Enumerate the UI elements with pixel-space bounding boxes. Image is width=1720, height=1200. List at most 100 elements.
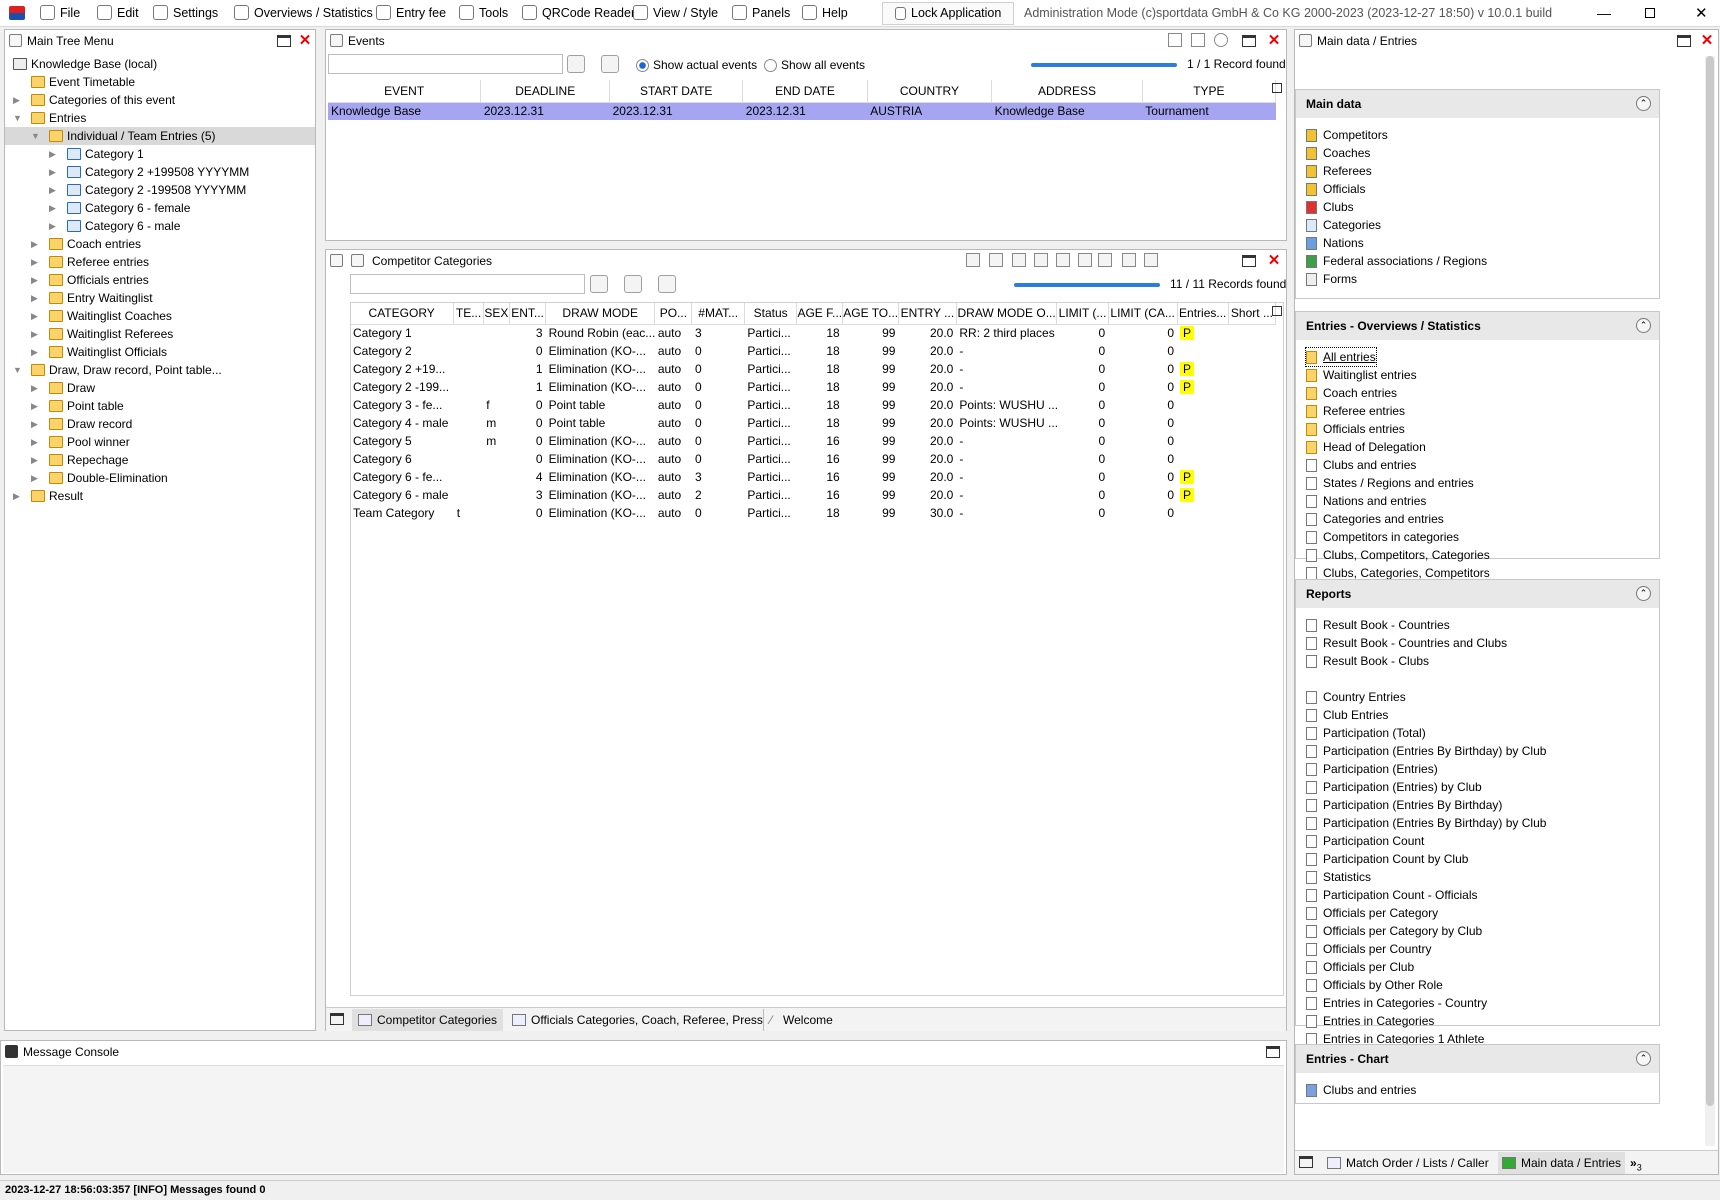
menu-panels[interactable]: Panels <box>732 0 790 27</box>
section-link[interactable]: Participation Count <box>1306 832 1424 850</box>
tree-item[interactable]: ▶ Pool winner <box>5 433 315 451</box>
column-header[interactable]: END DATE <box>742 80 868 103</box>
show-all-events-radio[interactable]: Show all events <box>764 57 865 73</box>
events-toolbar-icon-2[interactable] <box>1191 33 1205 47</box>
tree-item[interactable]: ▶ Referee entries <box>5 253 315 271</box>
right-close-icon[interactable]: ✕ <box>1699 33 1715 49</box>
scrollbar-thumb[interactable] <box>1706 56 1714 1106</box>
column-header[interactable]: DRAW MODE <box>545 302 656 325</box>
section-link[interactable]: Participation Count by Club <box>1306 850 1468 868</box>
menu-help[interactable]: Help <box>802 0 848 27</box>
section-link[interactable]: Participation (Entries) <box>1306 760 1438 778</box>
expand-arrow-icon[interactable]: ▶ <box>31 235 41 253</box>
section-link[interactable]: Officials per Country <box>1306 940 1432 958</box>
section-link[interactable]: Entries in Categories <box>1306 1012 1434 1030</box>
column-header[interactable]: ENTRY ... <box>898 302 957 325</box>
table-row[interactable]: Category 2 -199... 1 Elimination (KO-... au… <box>350 378 1276 396</box>
events-search-icon[interactable] <box>567 55 585 73</box>
expand-arrow-icon[interactable]: ▶ <box>49 181 59 199</box>
tree-item[interactable]: ▼ Individual / Team Entries (5) <box>5 127 315 145</box>
menu-tools[interactable]: Tools <box>459 0 508 27</box>
section-link[interactable]: Statistics <box>1306 868 1371 886</box>
section-link[interactable]: Categories and entries <box>1306 510 1444 528</box>
section-link[interactable]: Clubs <box>1306 198 1354 216</box>
section-link[interactable]: Federal associations / Regions <box>1306 252 1487 270</box>
expand-arrow-icon[interactable]: ▶ <box>31 469 41 487</box>
section-link[interactable]: Categories <box>1306 216 1381 234</box>
tab-competitor-categories[interactable]: Competitor Categories <box>352 1009 504 1031</box>
events-close-icon[interactable]: ✕ <box>1266 33 1282 49</box>
categories-toolbar-icon-3[interactable] <box>1012 253 1026 267</box>
section-link[interactable]: Coaches <box>1306 144 1370 162</box>
right-scrollbar[interactable] <box>1705 56 1715 1146</box>
events-search-input[interactable] <box>328 54 563 74</box>
section-link[interactable]: Nations <box>1306 234 1364 252</box>
tree-item[interactable]: ▶ Double-Elimination <box>5 469 315 487</box>
collapse-chevron-icon[interactable]: ⌃ <box>1636 96 1651 111</box>
column-header[interactable]: DRAW MODE O... <box>956 302 1058 325</box>
section-header[interactable]: Main data <box>1296 90 1659 118</box>
table-row[interactable]: Category 1 3 Round Robin (eac... auto 3 Parti… <box>350 324 1276 342</box>
tree-item[interactable]: ▼ Draw, Draw record, Point table... <box>5 361 315 379</box>
column-header[interactable]: COUNTRY <box>867 80 993 103</box>
table-row[interactable]: Team Category t 0 Elimination (KO-... auto 0 P… <box>350 504 1276 522</box>
maximize-panel-icon[interactable] <box>277 35 291 47</box>
events-toolbar-icon-3[interactable] <box>1214 33 1228 47</box>
section-link[interactable]: Participation (Total) <box>1306 724 1426 742</box>
section-link[interactable]: Participation (Entries By Birthday) <box>1306 796 1502 814</box>
tree-item[interactable]: ▶ Category 6 - male <box>5 217 315 235</box>
expand-arrow-icon[interactable]: ▶ <box>31 397 41 415</box>
categories-toolbar-icon-8[interactable] <box>1122 253 1136 267</box>
expand-arrow-icon[interactable]: ▶ <box>31 415 41 433</box>
categories-toolbar-icon-1[interactable] <box>966 253 980 267</box>
categories-search-icon[interactable] <box>590 275 608 293</box>
section-link[interactable]: Officials entries <box>1306 420 1405 438</box>
events-refresh-icon[interactable] <box>601 55 619 73</box>
column-header[interactable]: Status <box>744 302 798 325</box>
events-column-chooser-icon[interactable] <box>1272 83 1282 93</box>
column-header[interactable]: TYPE <box>1142 80 1277 103</box>
collapse-chevron-icon[interactable]: ⌃ <box>1636 318 1651 333</box>
expand-arrow-icon[interactable]: ▶ <box>31 379 41 397</box>
tabbar-maximize-icon[interactable] <box>330 1013 344 1025</box>
menu-overviews-statistics[interactable]: Overviews / Statistics <box>234 0 373 27</box>
table-row[interactable]: Category 2 0 Elimination (KO-... auto 0 Parti… <box>350 342 1276 360</box>
tree-item[interactable]: ▶ Category 1 <box>5 145 315 163</box>
expand-arrow-icon[interactable]: ▶ <box>31 451 41 469</box>
expand-arrow-icon[interactable]: ▶ <box>31 325 41 343</box>
tab-main-data-entries[interactable]: Main data / Entries <box>1498 1152 1626 1174</box>
section-link[interactable]: Clubs and entries <box>1306 1081 1416 1099</box>
section-link[interactable]: Result Book - Countries <box>1306 616 1450 634</box>
tree-item[interactable]: Knowledge Base (local) <box>5 55 315 73</box>
categories-toolbar-icon-2[interactable] <box>989 253 1003 267</box>
tree-item[interactable]: ▶ Coach entries <box>5 235 315 253</box>
close-panel-icon[interactable]: ✕ <box>297 33 313 49</box>
categories-toolbar-icon-7[interactable] <box>1098 253 1112 267</box>
table-row[interactable]: Knowledge Base 2023.12.31 2023.12.31 2023.1… <box>328 102 1276 120</box>
table-row[interactable]: Category 5 m 0 Elimination (KO-... auto 0 Part… <box>350 432 1276 450</box>
tree-item[interactable]: ▶ Waitinglist Officials <box>5 343 315 361</box>
expand-arrow-icon[interactable]: ▶ <box>31 271 41 289</box>
expand-arrow-icon[interactable]: ▶ <box>13 487 23 505</box>
tab-match-order[interactable]: Match Order / Lists / Caller <box>1323 1152 1493 1174</box>
column-header[interactable]: Entries... <box>1177 302 1229 325</box>
section-link[interactable]: Officials by Other Role <box>1306 976 1443 994</box>
tree-item[interactable]: ▶ Officials entries <box>5 271 315 289</box>
categories-refresh-icon[interactable] <box>624 275 642 293</box>
categories-search-input[interactable] <box>350 274 585 294</box>
section-link[interactable]: Officials <box>1306 180 1365 198</box>
column-header[interactable]: CATEGORY <box>350 302 455 325</box>
tree-item[interactable]: ▶ Waitinglist Referees <box>5 325 315 343</box>
menu-edit[interactable]: Edit <box>97 0 139 27</box>
categories-save-icon[interactable] <box>658 275 676 293</box>
tree-item[interactable]: ▶ Category 2 -199508 YYYYMM <box>5 181 315 199</box>
tree-item[interactable]: ▶ Waitinglist Coaches <box>5 307 315 325</box>
categories-close-icon[interactable]: ✕ <box>1266 253 1282 269</box>
section-link[interactable]: Clubs and entries <box>1306 456 1416 474</box>
menu-entry-fee[interactable]: Entry fee <box>376 0 446 27</box>
categories-toolbar-icon-5[interactable] <box>1056 253 1070 267</box>
expand-arrow-icon[interactable]: ▶ <box>31 433 41 451</box>
column-header[interactable]: AGE TO... <box>842 302 899 325</box>
section-link[interactable]: Officials per Category by Club <box>1306 922 1482 940</box>
section-link[interactable]: Participation (Entries By Birthday) by C… <box>1306 814 1546 832</box>
